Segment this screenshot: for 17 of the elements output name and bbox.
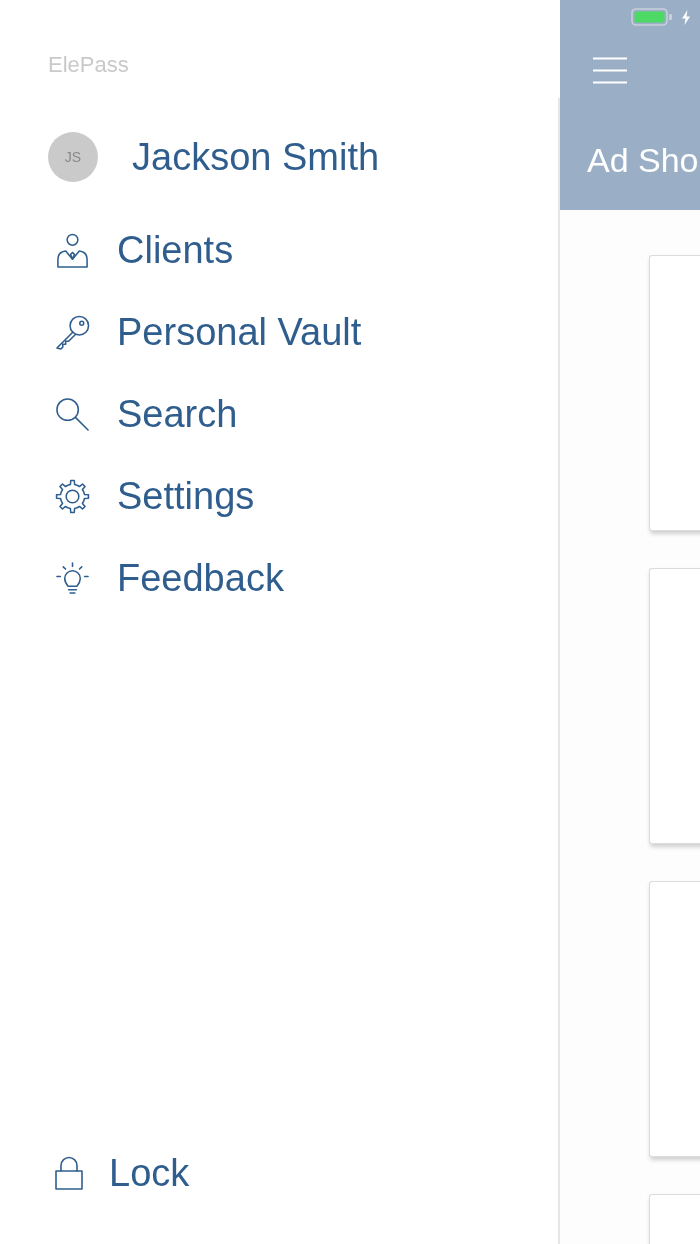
menu-icon[interactable]: [593, 57, 627, 84]
key-icon: [55, 314, 90, 350]
lightbulb-icon: [55, 560, 90, 596]
page-title: Ad Sho: [587, 140, 700, 180]
lock-menu-item[interactable]: Lock: [55, 1143, 190, 1203]
avatar-initials: JS: [48, 132, 98, 182]
menu-item[interactable]: Search: [55, 373, 238, 455]
battery-icon: [631, 8, 672, 26]
search-icon: [55, 396, 90, 432]
menu-item[interactable]: Feedback: [55, 537, 284, 619]
menu-item[interactable]: Settings: [55, 455, 255, 537]
settings-icon: [55, 478, 90, 514]
menu-item[interactable]: Personal Vault: [55, 291, 362, 373]
padlock-icon: [55, 1156, 83, 1190]
user-name: Jackson Smith: [132, 135, 380, 179]
person-with-tie-icon: [55, 232, 90, 268]
menu-item[interactable]: Clients: [55, 209, 234, 291]
